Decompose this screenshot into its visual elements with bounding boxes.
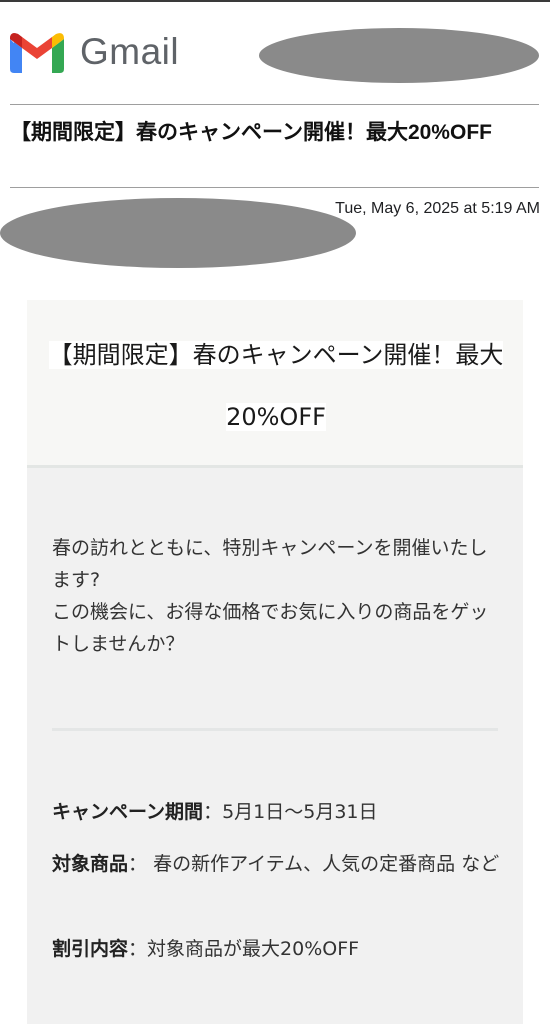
detail-discount: 割引内容：対象商品が最大20%OFF (52, 933, 502, 966)
divider-subject (10, 187, 539, 188)
detail-products-sep: ： (128, 853, 154, 875)
email-subject: 【期間限定】春のキャンペーン開催！最大20%OFF (10, 121, 492, 144)
detail-discount-sep: ： (128, 938, 148, 960)
detail-period-value: 5月1日〜5月31日 (222, 801, 378, 823)
gmail-logo-icon[interactable] (10, 31, 64, 73)
top-border (0, 0, 550, 2)
intro-line-2: この機会に、お得な価格でお気に入りの商品をゲットしませんか？ (52, 601, 489, 655)
card-title-text: 【期間限定】春のキャンペーン開催！最大20%OFF (48, 341, 504, 431)
intro-line-1: 春の訪れとともに、特別キャンペーンを開催いたします? (52, 537, 488, 591)
detail-products-value: 春の新作アイテム、人気の定番商品 など (153, 853, 500, 875)
app-name: Gmail (80, 31, 180, 72)
redacted-sender-block (0, 198, 356, 268)
detail-products: 対象商品： 春の新作アイテム、人気の定番商品 など (52, 848, 502, 881)
intro-text: 春の訪れとともに、特別キャンペーンを開催いたします? この機会に、お得な価格でお… (52, 532, 502, 660)
detail-discount-label: 割引内容 (52, 938, 129, 960)
email-date: Tue, May 6, 2025 at 5:19 AM (335, 200, 540, 217)
card-title: 【期間限定】春のキャンペーン開催！最大20%OFF (33, 324, 519, 448)
detail-period-label: キャンペーン期間 (52, 801, 204, 823)
redacted-account-block (259, 28, 539, 83)
email-body-card: 【期間限定】春のキャンペーン開催！最大20%OFF 春の訪れとともに、特別キャン… (27, 300, 523, 1024)
detail-period-sep: ： (203, 801, 223, 823)
detail-period: キャンペーン期間：5月1日〜5月31日 (52, 796, 502, 829)
detail-discount-value: 対象商品が最大20%OFF (147, 938, 360, 960)
body-divider (52, 728, 498, 731)
divider-top (10, 104, 539, 105)
card-header: 【期間限定】春のキャンペーン開催！最大20%OFF (27, 300, 523, 468)
detail-products-label: 対象商品 (52, 853, 129, 875)
